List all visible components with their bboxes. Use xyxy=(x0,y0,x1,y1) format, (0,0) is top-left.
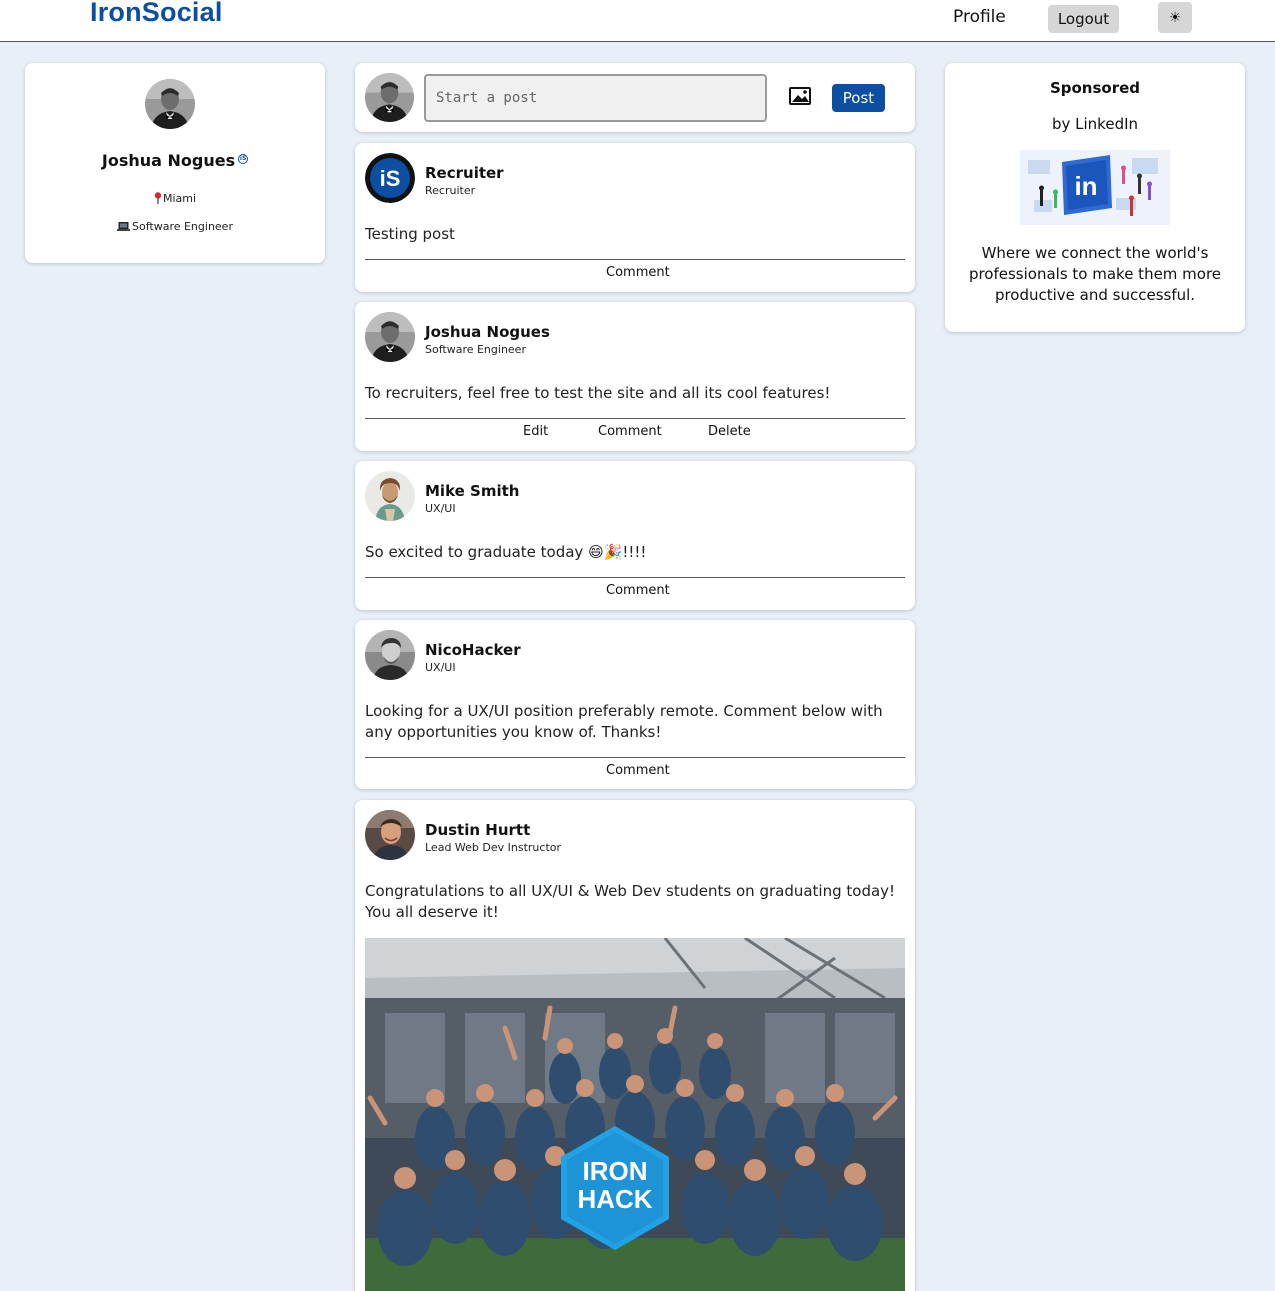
post-body: To recruiters, feel free to test the sit… xyxy=(365,384,831,402)
profile-card: Joshua Nogues iS Miami Software Engineer xyxy=(25,63,325,263)
post-card: Joshua Nogues Software Engineer To recru… xyxy=(355,302,915,451)
pin-icon xyxy=(154,192,162,204)
start-post-input[interactable] xyxy=(424,74,767,122)
comment-button[interactable]: Comment xyxy=(598,424,662,439)
sponsored-text: Where we connect the world's professiona… xyxy=(968,244,1222,304)
comment-button[interactable]: Comment xyxy=(606,583,670,598)
post-composer: Post xyxy=(355,63,915,132)
edit-button[interactable]: Edit xyxy=(523,424,548,439)
image-upload-icon[interactable] xyxy=(789,87,811,105)
sponsored-by: by LinkedIn xyxy=(1051,115,1139,133)
post-avatar[interactable] xyxy=(365,810,415,860)
post-body: So excited to graduate today 😄🎉!!!! xyxy=(365,543,647,561)
post-avatar[interactable] xyxy=(365,471,415,521)
profile-job-text: Software Engineer xyxy=(132,220,233,233)
post-body: Testing post xyxy=(365,225,455,243)
post-divider xyxy=(365,259,905,260)
post-avatar[interactable] xyxy=(365,312,415,362)
post-body: Congratulations to all UX/UI & Web Dev s… xyxy=(365,882,896,921)
post-author[interactable]: NicoHacker xyxy=(425,641,521,659)
group-photo-image: IRON HACK xyxy=(365,938,905,1291)
logout-button[interactable]: Logout xyxy=(1048,5,1119,33)
post-avatar[interactable]: iS xyxy=(365,153,415,203)
comment-button[interactable]: Comment xyxy=(606,265,670,280)
profile-location: Miami xyxy=(25,192,325,205)
sponsored-title: Sponsored xyxy=(1049,79,1141,97)
comment-button[interactable]: Comment xyxy=(606,763,670,778)
post-divider xyxy=(365,418,905,419)
post-author[interactable]: Dustin Hurtt xyxy=(425,821,530,839)
svg-text:iS: iS xyxy=(380,166,401,191)
post-divider xyxy=(365,577,905,578)
profile-name-text: Joshua Nogues xyxy=(101,151,236,170)
sponsored-card: Sponsored by LinkedIn in Where we connec… xyxy=(945,63,1245,332)
post-avatar[interactable] xyxy=(365,630,415,680)
theme-toggle-button[interactable]: ☀ xyxy=(1158,2,1192,33)
profile-job: Software Engineer xyxy=(25,220,325,233)
profile-location-text: Miami xyxy=(162,192,197,205)
post-card: Mike Smith UX/UI So excited to graduate … xyxy=(355,461,915,610)
post-role: UX/UI xyxy=(425,502,456,515)
navbar: IronSocial Profile Logout ☀ xyxy=(0,0,1275,42)
composer-avatar xyxy=(365,73,414,122)
post-card: Dustin Hurtt Lead Web Dev Instructor Con… xyxy=(355,800,915,1291)
post-role: Lead Web Dev Instructor xyxy=(425,841,562,854)
post-author[interactable]: Joshua Nogues xyxy=(425,323,550,341)
delete-button[interactable]: Delete xyxy=(708,424,751,439)
post-photo[interactable]: IRON HACK xyxy=(365,938,905,1291)
post-card: iS Recruiter Recruiter Testing post Comm… xyxy=(355,143,915,292)
nav-profile-link[interactable]: Profile xyxy=(953,7,1006,27)
profile-avatar[interactable] xyxy=(145,79,195,129)
post-card: NicoHacker UX/UI Looking for a UX/UI pos… xyxy=(355,620,915,789)
laptop-icon xyxy=(117,221,130,231)
ad-logo-text: in xyxy=(1074,171,1097,201)
post-body: Looking for a UX/UI position preferably … xyxy=(365,702,883,741)
verified-icon: iS xyxy=(238,154,249,164)
post-role: UX/UI xyxy=(425,661,456,674)
post-role: Software Engineer xyxy=(425,343,526,356)
post-role: Recruiter xyxy=(425,184,476,197)
linkedin-ad-image[interactable]: in xyxy=(1020,150,1170,225)
post-divider xyxy=(365,757,905,758)
post-author[interactable]: Recruiter xyxy=(425,164,504,182)
post-author[interactable]: Mike Smith xyxy=(425,482,519,500)
profile-name: Joshua Nogues iS xyxy=(25,151,325,170)
photo-badge-text: IRON HACK xyxy=(577,1156,652,1214)
post-button[interactable]: Post xyxy=(832,84,885,112)
brand-logo[interactable]: IronSocial xyxy=(90,0,223,28)
